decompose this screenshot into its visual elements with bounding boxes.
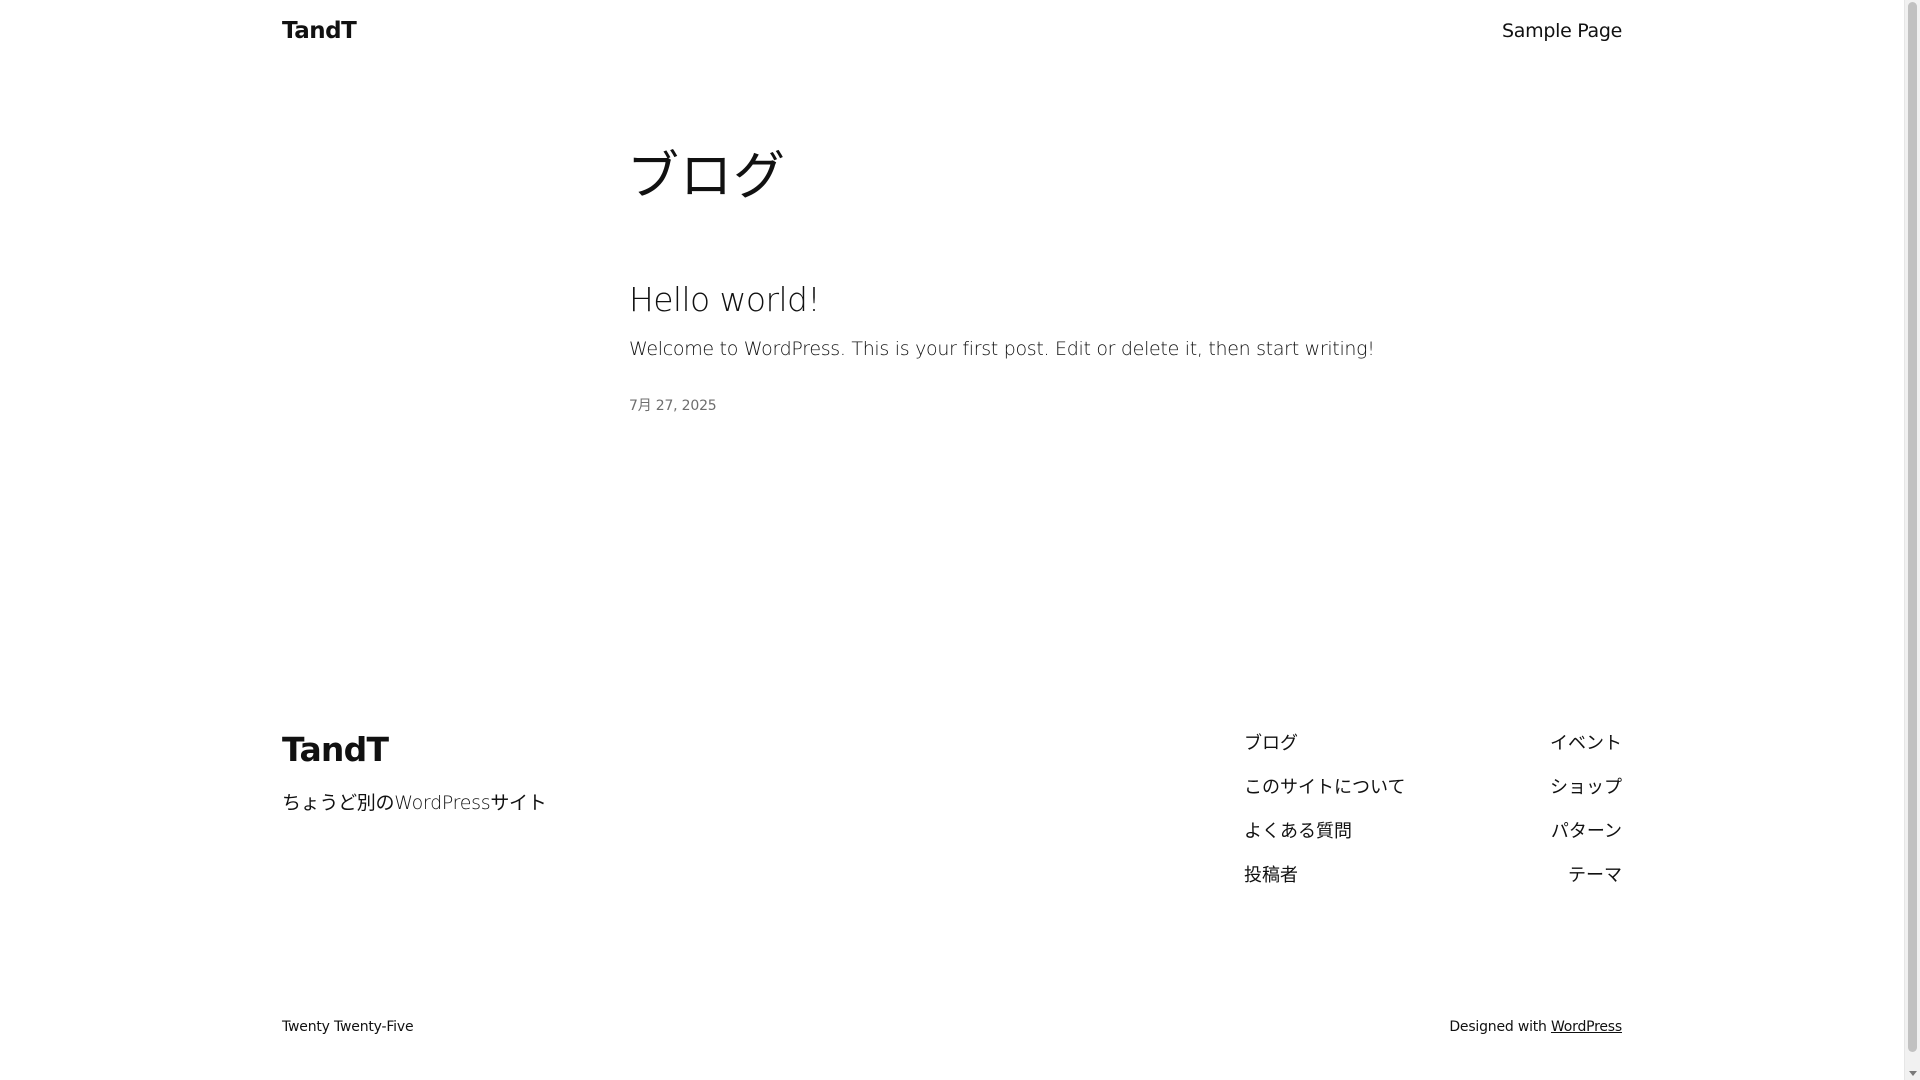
footer-site-title-link[interactable]: TandT: [282, 730, 389, 769]
vertical-scrollbar[interactable]: [1904, 0, 1920, 1080]
site-header: TandT Sample Page: [282, 18, 1622, 54]
footer-nav-faq[interactable]: よくある質問: [1244, 820, 1352, 864]
post-excerpt: Welcome to WordPress. This is your first…: [629, 338, 1375, 360]
footer-nav-blog[interactable]: ブログ: [1244, 732, 1298, 776]
footer-nav-left: ブログ このサイトについて よくある質問 投稿者: [1244, 732, 1405, 908]
footer-nav-shop[interactable]: ショップ: [1550, 776, 1622, 820]
footer-nav-events[interactable]: イベント: [1550, 732, 1622, 776]
footer-nav-about[interactable]: このサイトについて: [1244, 776, 1405, 820]
page-heading: ブログ: [627, 147, 787, 207]
footer-nav-themes[interactable]: テーマ: [1568, 864, 1622, 908]
footer-tagline: ちょうど別のWordPressサイト: [282, 792, 547, 814]
footer-nav-authors[interactable]: 投稿者: [1244, 864, 1298, 908]
designed-with-credit: Designed with WordPress: [1449, 1019, 1622, 1035]
footer-nav-patterns[interactable]: パターン: [1551, 820, 1622, 864]
site-title-link[interactable]: TandT: [282, 18, 357, 44]
page: TandT Sample Page ブログ Hello world! Welco…: [0, 0, 1904, 1080]
nav-item-sample-page[interactable]: Sample Page: [1502, 20, 1622, 42]
post-title-link[interactable]: Hello world!: [629, 280, 821, 319]
theme-credit: Twenty Twenty-Five: [282, 1019, 414, 1035]
wordpress-link[interactable]: WordPress: [1551, 1019, 1622, 1035]
designed-with-text: Designed with: [1449, 1019, 1551, 1035]
scrollbar-thumb[interactable]: [1908, 2, 1917, 1052]
post-date-link[interactable]: 7月 27, 2025: [629, 395, 717, 415]
footer-nav-right: イベント ショップ パターン テーマ: [1550, 732, 1622, 908]
scroll-down-arrow-icon[interactable]: [1909, 1071, 1917, 1076]
